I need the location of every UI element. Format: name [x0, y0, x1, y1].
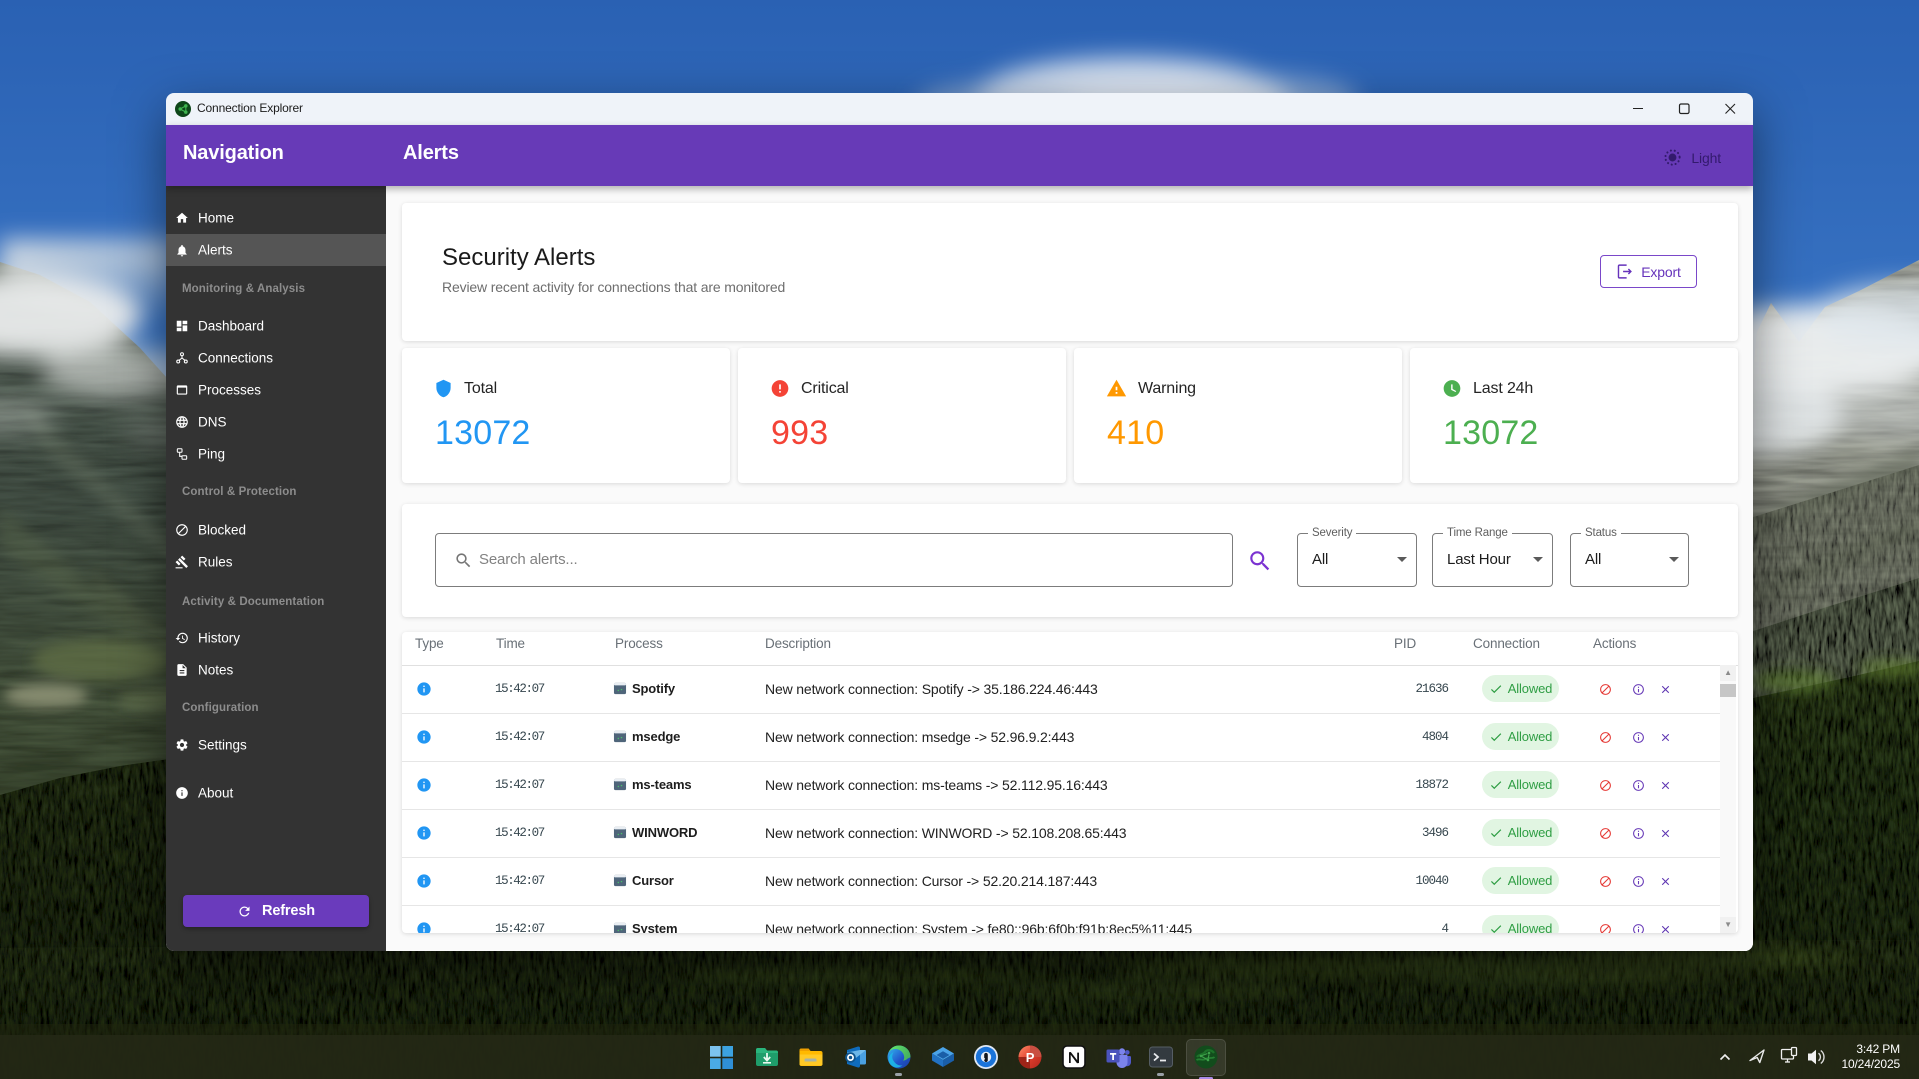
svg-text:P: P: [1026, 1050, 1035, 1065]
